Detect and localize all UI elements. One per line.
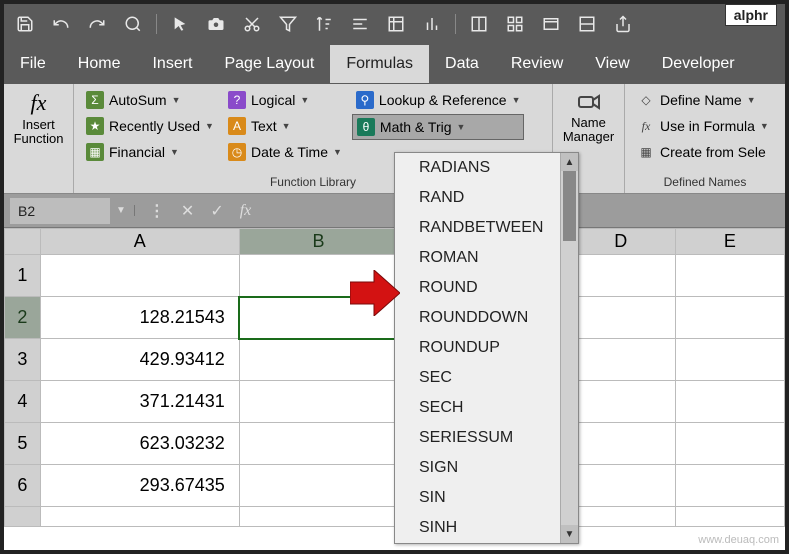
scroll-up-icon[interactable]: ▲ (561, 153, 578, 171)
col-header-a[interactable]: A (40, 229, 239, 255)
financial-button[interactable]: ▦Financial▼ (82, 140, 218, 164)
row-header[interactable]: 6 (5, 465, 41, 507)
tab-developer[interactable]: Developer (646, 45, 751, 83)
fx-icon: fx (31, 90, 47, 116)
row-header[interactable]: 5 (5, 423, 41, 465)
annotation-arrow (350, 270, 400, 316)
lookup-reference-button[interactable]: ⚲Lookup & Reference▼ (352, 88, 525, 112)
create-icon: ▦ (637, 143, 655, 161)
row-header[interactable]: 4 (5, 381, 41, 423)
cut-icon[interactable] (239, 11, 265, 37)
cell[interactable]: 293.67435 (40, 465, 239, 507)
scroll-thumb[interactable] (563, 171, 576, 241)
logical-icon: ? (228, 91, 246, 109)
watermark: www.deuaq.com (698, 534, 779, 546)
cell[interactable]: 623.03232 (40, 423, 239, 465)
logical-button[interactable]: ?Logical▼ (224, 88, 346, 112)
dropdown-item[interactable]: SIN (395, 483, 578, 513)
dropdown-item[interactable]: ROMAN (395, 243, 578, 273)
tab-review[interactable]: Review (495, 45, 579, 83)
create-from-selection-button[interactable]: ▦Create from Sele (633, 140, 777, 164)
namebox-dropdown-icon[interactable]: ▼ (116, 205, 135, 216)
text-button[interactable]: AText▼ (224, 114, 346, 138)
brand-badge: alphr (725, 4, 777, 26)
cell[interactable]: 128.21543 (40, 297, 239, 339)
share-icon[interactable] (610, 11, 636, 37)
group-label-defined-names: Defined Names (633, 173, 777, 191)
tab-home[interactable]: Home (62, 45, 137, 83)
quick-access-toolbar (4, 4, 785, 44)
col-header-b[interactable]: B (239, 229, 398, 255)
dropdown-item[interactable]: ROUNDUP (395, 333, 578, 363)
clock-icon: ◷ (228, 143, 246, 161)
cell[interactable]: 371.21431 (40, 381, 239, 423)
row-header[interactable]: 1 (5, 255, 41, 297)
dropdown-item[interactable]: SEC (395, 363, 578, 393)
dropdown-item[interactable]: RANDBETWEEN (395, 213, 578, 243)
col-header-d[interactable]: D (566, 229, 675, 255)
freeze-icon[interactable] (466, 11, 492, 37)
cancel-icon[interactable]: ✕ (181, 201, 194, 221)
dropdown-item[interactable]: SECH (395, 393, 578, 423)
dropdown-item-round[interactable]: ROUND (395, 273, 578, 303)
fx-small-icon: fx (637, 117, 655, 135)
dropdown-scrollbar[interactable]: ▲ ▼ (560, 153, 578, 543)
tab-insert[interactable]: Insert (136, 45, 208, 83)
autosum-button[interactable]: ΣAutoSum▼ (82, 88, 218, 112)
tab-page-layout[interactable]: Page Layout (208, 45, 330, 83)
col-header-e[interactable]: E (675, 229, 784, 255)
cell[interactable]: 429.93412 (40, 339, 239, 381)
tag-icon: ◇ (637, 91, 655, 109)
tab-view[interactable]: View (579, 45, 645, 83)
sort-icon[interactable] (311, 11, 337, 37)
insert-function-button[interactable]: fx Insert Function (12, 88, 65, 149)
window-icon[interactable] (538, 11, 564, 37)
math-trig-button[interactable]: θMath & Trig▼ (352, 114, 525, 140)
recently-used-button[interactable]: ★Recently Used▼ (82, 114, 218, 138)
date-time-button[interactable]: ◷Date & Time▼ (224, 140, 346, 164)
use-in-formula-button[interactable]: fxUse in Formula▼ (633, 114, 777, 138)
tab-formulas[interactable]: Formulas (330, 45, 429, 83)
chart-icon[interactable] (419, 11, 445, 37)
align-icon[interactable] (347, 11, 373, 37)
camera-icon[interactable] (203, 11, 229, 37)
accept-icon[interactable]: ✓ (210, 201, 223, 221)
redo-icon[interactable] (84, 11, 110, 37)
tab-data[interactable]: Data (429, 45, 495, 83)
cursor-icon[interactable] (167, 11, 193, 37)
formula-bar-menu-icon[interactable]: ⋮ (149, 201, 165, 221)
name-manager-icon (575, 90, 603, 114)
theta-icon: θ (357, 118, 375, 136)
financial-icon: ▦ (86, 143, 104, 161)
menu-bar: File Home Insert Page Layout Formulas Da… (4, 44, 785, 84)
fx-bar-icon[interactable]: fx (240, 202, 252, 220)
row-header[interactable]: 2 (5, 297, 41, 339)
search-icon[interactable] (120, 11, 146, 37)
lookup-icon: ⚲ (356, 91, 374, 109)
row-header[interactable]: 3 (5, 339, 41, 381)
filter-icon[interactable] (275, 11, 301, 37)
dropdown-item[interactable]: SIGN (395, 453, 578, 483)
undo-icon[interactable] (48, 11, 74, 37)
text-icon: A (228, 117, 246, 135)
grid-icon[interactable] (502, 11, 528, 37)
save-icon[interactable] (12, 11, 38, 37)
dropdown-item[interactable]: SINH (395, 513, 578, 543)
dropdown-item[interactable]: ROUNDDOWN (395, 303, 578, 333)
layout-icon[interactable] (574, 11, 600, 37)
sigma-icon: Σ (86, 91, 104, 109)
name-manager-button[interactable]: Name Manager (561, 88, 616, 147)
scroll-down-icon[interactable]: ▼ (561, 525, 578, 543)
dropdown-item[interactable]: SERIESSUM (395, 423, 578, 453)
tab-file[interactable]: File (4, 45, 62, 83)
dropdown-item[interactable]: RADIANS (395, 153, 578, 183)
math-trig-dropdown: RADIANS RAND RANDBETWEEN ROMAN ROUND ROU… (394, 152, 579, 544)
dropdown-item[interactable]: RAND (395, 183, 578, 213)
select-all-corner[interactable] (5, 229, 41, 255)
name-box[interactable]: B2 (10, 198, 110, 224)
table-icon[interactable] (383, 11, 409, 37)
define-name-button[interactable]: ◇Define Name▼ (633, 88, 777, 112)
star-icon: ★ (86, 117, 104, 135)
